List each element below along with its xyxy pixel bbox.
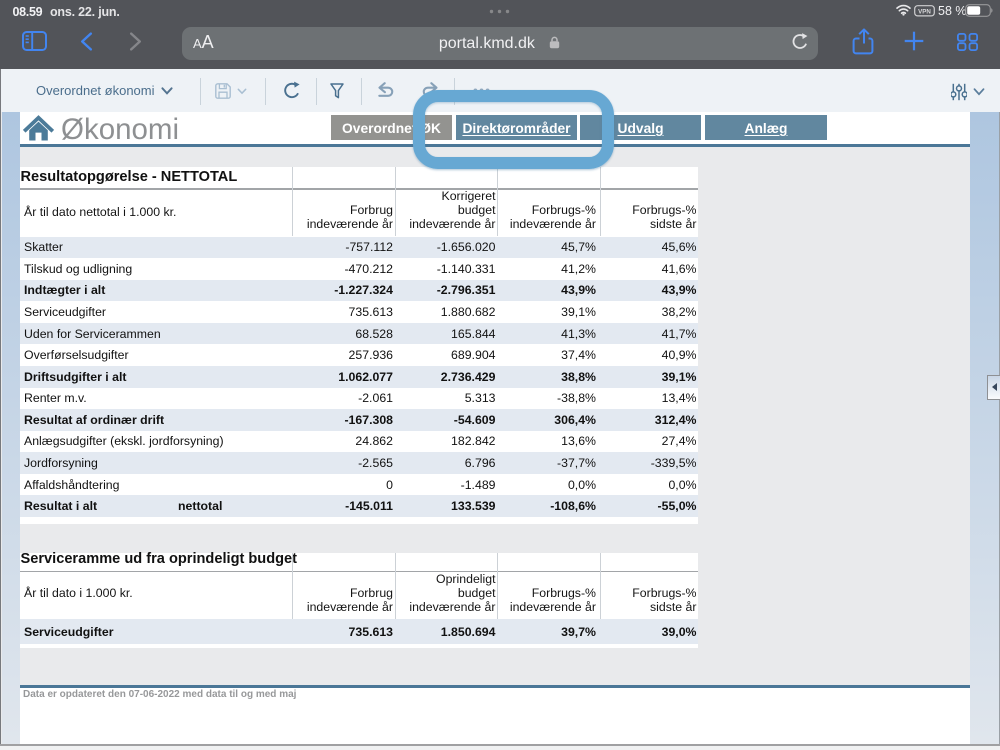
svg-text:VPN: VPN	[918, 8, 931, 15]
